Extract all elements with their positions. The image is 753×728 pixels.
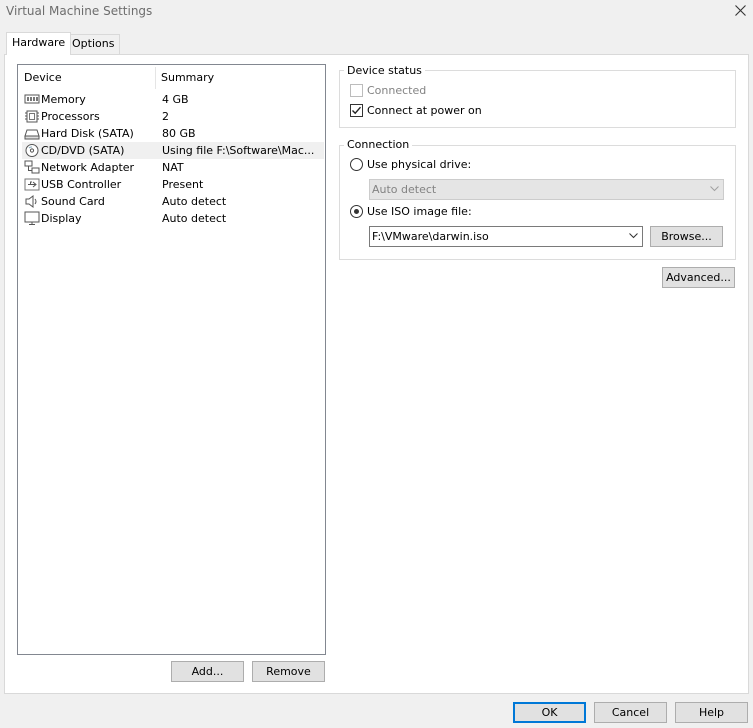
device-row-hard-disk[interactable]: Hard Disk (SATA) 80 GB bbox=[22, 125, 324, 142]
device-row-memory[interactable]: Memory 4 GB bbox=[22, 91, 324, 108]
iso-path-value: F:\VMware\darwin.iso bbox=[372, 230, 489, 243]
device-summary: Using file F:\Software\Mac... bbox=[162, 144, 315, 157]
add-button[interactable]: Add... bbox=[171, 661, 244, 682]
device-summary: 2 bbox=[162, 110, 169, 123]
iso-path-combobox[interactable]: F:\VMware\darwin.iso bbox=[369, 226, 643, 247]
network-adapter-icon bbox=[24, 160, 40, 175]
physical-drive-label: Use physical drive: bbox=[367, 158, 472, 171]
physical-drive-radio-button[interactable] bbox=[350, 158, 363, 171]
chevron-down-icon bbox=[710, 186, 719, 192]
connected-checkbox[interactable]: Connected bbox=[350, 83, 550, 99]
device-list-header: Device Summary bbox=[18, 65, 325, 91]
connected-label: Connected bbox=[367, 84, 427, 97]
device-row-cd-dvd[interactable]: CD/DVD (SATA) Using file F:\Software\Mac… bbox=[22, 142, 324, 159]
device-name: Sound Card bbox=[41, 195, 105, 208]
physical-drive-select[interactable]: Auto detect bbox=[369, 179, 724, 200]
speaker-icon bbox=[24, 194, 40, 209]
memory-icon bbox=[24, 92, 40, 107]
remove-button[interactable]: Remove bbox=[252, 661, 325, 682]
connect-at-power-on-label: Connect at power on bbox=[367, 104, 482, 117]
browse-button[interactable]: Browse... bbox=[650, 226, 723, 247]
device-name: Memory bbox=[41, 93, 86, 106]
chevron-down-icon[interactable] bbox=[629, 233, 638, 239]
device-summary: 4 GB bbox=[162, 93, 189, 106]
advanced-button[interactable]: Advanced... bbox=[662, 267, 735, 288]
iso-image-radio-button[interactable] bbox=[350, 205, 363, 218]
device-row-display[interactable]: Display Auto detect bbox=[22, 210, 324, 227]
ok-button[interactable]: OK bbox=[513, 702, 586, 723]
help-button[interactable]: Help bbox=[675, 702, 748, 723]
column-divider[interactable] bbox=[155, 67, 156, 89]
device-summary: Auto detect bbox=[162, 212, 227, 225]
device-name: CD/DVD (SATA) bbox=[41, 144, 125, 157]
monitor-icon bbox=[24, 211, 40, 226]
device-status-label: Device status bbox=[344, 64, 425, 77]
device-name: Processors bbox=[41, 110, 100, 123]
tab-hardware[interactable]: Hardware bbox=[6, 32, 72, 55]
cd-dvd-icon bbox=[24, 143, 40, 158]
connect-at-power-on-checkbox[interactable]: Connect at power on bbox=[350, 103, 550, 119]
device-summary: Auto detect bbox=[162, 195, 227, 208]
close-button[interactable] bbox=[728, 0, 753, 24]
iso-image-radio[interactable]: Use ISO image file: bbox=[350, 204, 550, 220]
device-row-sound-card[interactable]: Sound Card Auto detect bbox=[22, 193, 324, 210]
device-summary: 80 GB bbox=[162, 127, 196, 140]
processor-icon bbox=[24, 109, 40, 124]
hard-disk-icon bbox=[24, 126, 40, 141]
connected-check-box[interactable] bbox=[350, 84, 363, 97]
physical-drive-radio[interactable]: Use physical drive: bbox=[350, 157, 550, 173]
device-list[interactable]: Device Summary Memory 4 GB Processors 2 … bbox=[17, 64, 326, 655]
device-status-group bbox=[339, 70, 736, 128]
connect-at-power-on-check-box[interactable] bbox=[350, 104, 363, 117]
window-title: Virtual Machine Settings bbox=[6, 4, 153, 18]
device-name: Hard Disk (SATA) bbox=[41, 127, 134, 140]
device-name: USB Controller bbox=[41, 178, 122, 191]
cancel-button[interactable]: Cancel bbox=[594, 702, 667, 723]
device-name: Display bbox=[41, 212, 82, 225]
device-summary: Present bbox=[162, 178, 204, 191]
iso-image-label: Use ISO image file: bbox=[367, 205, 472, 218]
device-name: Network Adapter bbox=[41, 161, 135, 174]
checkmark-icon bbox=[352, 106, 362, 115]
column-header-summary[interactable]: Summary bbox=[161, 71, 214, 84]
close-icon bbox=[735, 5, 746, 16]
radio-selected-dot bbox=[354, 209, 359, 214]
device-row-usb-controller[interactable]: USB Controller Present bbox=[22, 176, 324, 193]
column-header-device[interactable]: Device bbox=[24, 71, 62, 84]
device-row-processors[interactable]: Processors 2 bbox=[22, 108, 324, 125]
device-row-network-adapter[interactable]: Network Adapter NAT bbox=[22, 159, 324, 176]
physical-drive-value: Auto detect bbox=[372, 183, 437, 196]
connection-label: Connection bbox=[344, 138, 413, 151]
device-summary: NAT bbox=[162, 161, 184, 174]
usb-icon bbox=[24, 177, 40, 192]
tab-options[interactable]: Options bbox=[66, 34, 121, 54]
